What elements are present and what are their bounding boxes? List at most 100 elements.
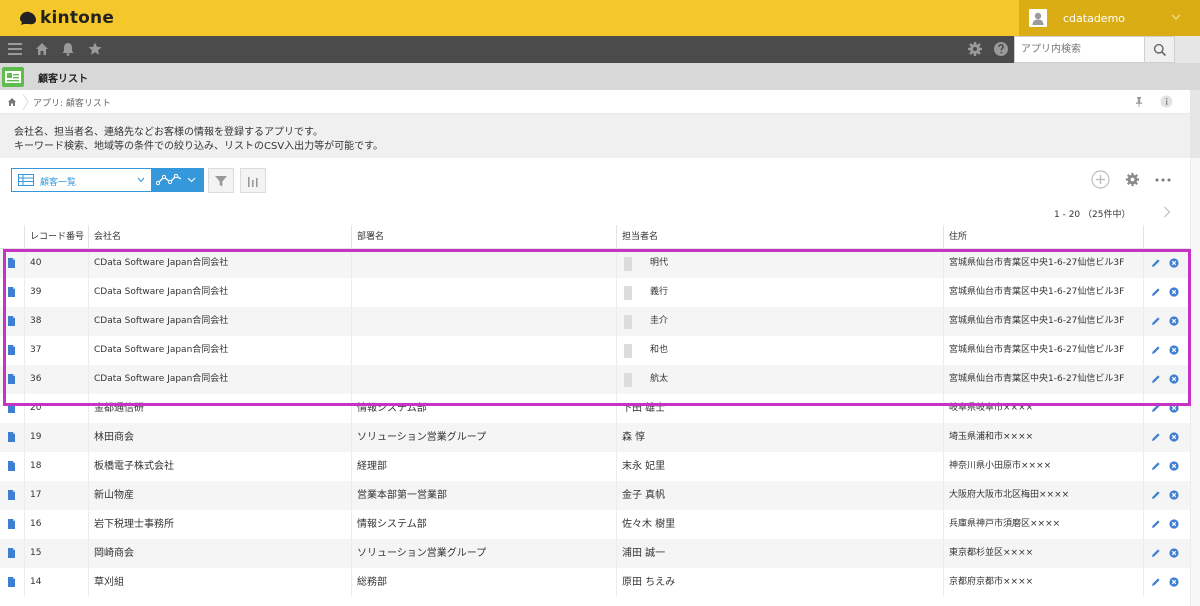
search-icon [1153, 43, 1166, 56]
graph-report-button[interactable] [240, 168, 266, 193]
delete-icon[interactable] [1169, 287, 1179, 297]
table-header: レコード番号 会社名 部署名 担当者名 住所 [0, 225, 1190, 249]
cell-department: 総務部 [351, 568, 616, 597]
breadcrumb: アプリ: 顧客リスト [0, 90, 1190, 114]
record-detail-icon[interactable] [8, 577, 15, 587]
delete-icon[interactable] [1169, 548, 1179, 558]
home-icon[interactable] [33, 40, 51, 58]
column-header-department[interactable]: 部署名 [351, 225, 616, 249]
list-view-icon [18, 174, 34, 186]
kintone-logo[interactable]: kintone [18, 8, 114, 28]
delete-icon[interactable] [1169, 490, 1179, 500]
breadcrumb-home-icon[interactable] [7, 97, 17, 107]
table-row[interactable]: 38 CData Software Japan合同会社 圭介 宮城県仙台市青葉区中央1… [0, 307, 1190, 336]
cell-address: 岐阜県岐阜市×××× [943, 394, 1143, 423]
record-detail-icon[interactable] [8, 519, 15, 529]
cell-record-number: 37 [24, 336, 88, 365]
delete-icon[interactable] [1169, 374, 1179, 384]
record-detail-icon[interactable] [8, 345, 15, 355]
menu-icon[interactable] [6, 40, 24, 58]
cell-record-number: 36 [24, 365, 88, 394]
column-header-address[interactable]: 住所 [943, 225, 1143, 249]
record-detail-icon[interactable] [8, 374, 15, 384]
more-options-icon[interactable] [1155, 178, 1171, 182]
column-header-record-number[interactable]: レコード番号 [24, 225, 88, 249]
bell-icon[interactable] [59, 40, 77, 58]
delete-icon[interactable] [1169, 519, 1179, 529]
record-detail-icon[interactable] [8, 287, 15, 297]
table-row[interactable]: 18 板橋電子株式会社 経理部 末永 妃里 神奈川県小田原市×××× [0, 452, 1190, 481]
delete-icon[interactable] [1169, 258, 1179, 268]
edit-icon[interactable] [1151, 316, 1161, 326]
edit-icon[interactable] [1151, 432, 1161, 442]
column-header-company[interactable]: 会社名 [88, 225, 351, 249]
delete-icon[interactable] [1169, 345, 1179, 355]
cell-record-number: 19 [24, 423, 88, 452]
edit-icon[interactable] [1151, 345, 1161, 355]
breadcrumb-app-link[interactable]: アプリ: 顧客リスト [33, 96, 111, 109]
record-detail-icon[interactable] [8, 316, 15, 326]
app-search-input[interactable] [1015, 37, 1144, 62]
cell-person: 浦田 誠一 [616, 539, 943, 568]
record-detail-icon[interactable] [8, 490, 15, 500]
table-row[interactable]: 19 林田商会 ソリューション営業グループ森 惇埼玉県浦和市×××× [0, 423, 1190, 452]
delete-icon[interactable] [1169, 461, 1179, 471]
table-row[interactable]: 20 金都通信研 情報システム部 下田 雄士 岐阜県岐阜市×××× [0, 394, 1190, 423]
cell-department: ソリューション営業グループ [351, 423, 616, 452]
graph-selector[interactable] [152, 168, 204, 192]
table-row[interactable]: 36 CData Software Japan合同会社 航太 宮城県仙台市青葉区中央1… [0, 365, 1190, 394]
column-header-person[interactable]: 担当者名 [616, 225, 943, 249]
pagination-summary: 1 - 20 （25件中） [1054, 210, 1131, 220]
edit-icon[interactable] [1151, 577, 1161, 587]
scrollbar-track[interactable] [1190, 158, 1200, 606]
edit-icon[interactable] [1151, 461, 1161, 471]
cell-record-number: 40 [24, 249, 88, 278]
table-row[interactable]: 15 岡崎商会 ソリューション営業グループ 浦田 誠一 東京都杉並区×××× [0, 539, 1190, 568]
cell-address: 宮城県仙台市青葉区中央1-6-27仙信ビル3F [943, 249, 1143, 278]
star-icon[interactable] [86, 40, 104, 58]
delete-icon[interactable] [1169, 577, 1179, 587]
edit-icon[interactable] [1151, 258, 1161, 268]
filter-button[interactable] [208, 168, 234, 193]
edit-icon[interactable] [1151, 287, 1161, 297]
view-selector[interactable]: 顧客一覧 [11, 168, 152, 192]
app-description: 会社名、担当者名、連絡先などお客様の情報を登録するアプリです。 キーワード検索、… [0, 114, 1190, 158]
table-row[interactable]: 17 新山物産 営業本部第一営業部 金子 真帆 大阪府大阪市北区梅田×××× [0, 481, 1190, 510]
record-detail-icon[interactable] [8, 548, 15, 558]
edit-icon[interactable] [1151, 490, 1161, 500]
filter-icon [215, 175, 227, 186]
record-detail-icon[interactable] [8, 461, 15, 471]
table-row[interactable]: 14 草刈組 総務部 原田 ちえみ 京都府京都市×××× [0, 568, 1190, 597]
cell-record-number: 39 [24, 278, 88, 307]
table-row[interactable]: 16 岩下税理士事務所 情報システム部 佐々木 樹里 兵庫県神戸市須磨区×××× [0, 510, 1190, 539]
table-row[interactable]: 37 CData Software Japan合同会社 和也 宮城県仙台市青葉区中央1… [0, 336, 1190, 365]
delete-icon[interactable] [1169, 432, 1179, 442]
help-icon[interactable] [992, 40, 1010, 58]
edit-icon[interactable] [1151, 403, 1161, 413]
table-row[interactable]: 40 CData Software Japan合同会社 明代 宮城県仙台市青葉区中央1… [0, 249, 1190, 278]
delete-icon[interactable] [1169, 316, 1179, 326]
cell-company: 金都通信研 [88, 394, 351, 423]
table-row[interactable]: 39 CData Software Japan合同会社 義行 宮城県仙台市青葉区中央1… [0, 278, 1190, 307]
pin-icon[interactable] [1133, 96, 1145, 108]
cell-address: 大阪府大阪市北区梅田×××× [943, 481, 1143, 510]
cell-department [351, 365, 616, 394]
gear-icon[interactable] [966, 40, 984, 58]
search-button[interactable] [1145, 36, 1175, 63]
cell-department: 情報システム部 [351, 510, 616, 539]
app-header-band [0, 63, 1200, 90]
chevron-right-icon[interactable] [1163, 206, 1171, 218]
edit-icon[interactable] [1151, 374, 1161, 384]
delete-icon[interactable] [1169, 403, 1179, 413]
app-settings-icon[interactable] [1124, 171, 1141, 188]
info-icon[interactable] [1160, 95, 1173, 108]
app-description-line-1: 会社名、担当者名、連絡先などお客様の情報を登録するアプリです。 [14, 127, 323, 138]
record-detail-icon[interactable] [8, 432, 15, 442]
add-record-icon[interactable] [1091, 170, 1110, 189]
edit-icon[interactable] [1151, 548, 1161, 558]
record-detail-icon[interactable] [8, 403, 15, 413]
edit-icon[interactable] [1151, 519, 1161, 529]
cell-record-number: 38 [24, 307, 88, 336]
user-menu[interactable]: cdatademo [1019, 0, 1200, 36]
record-detail-icon[interactable] [8, 258, 15, 268]
